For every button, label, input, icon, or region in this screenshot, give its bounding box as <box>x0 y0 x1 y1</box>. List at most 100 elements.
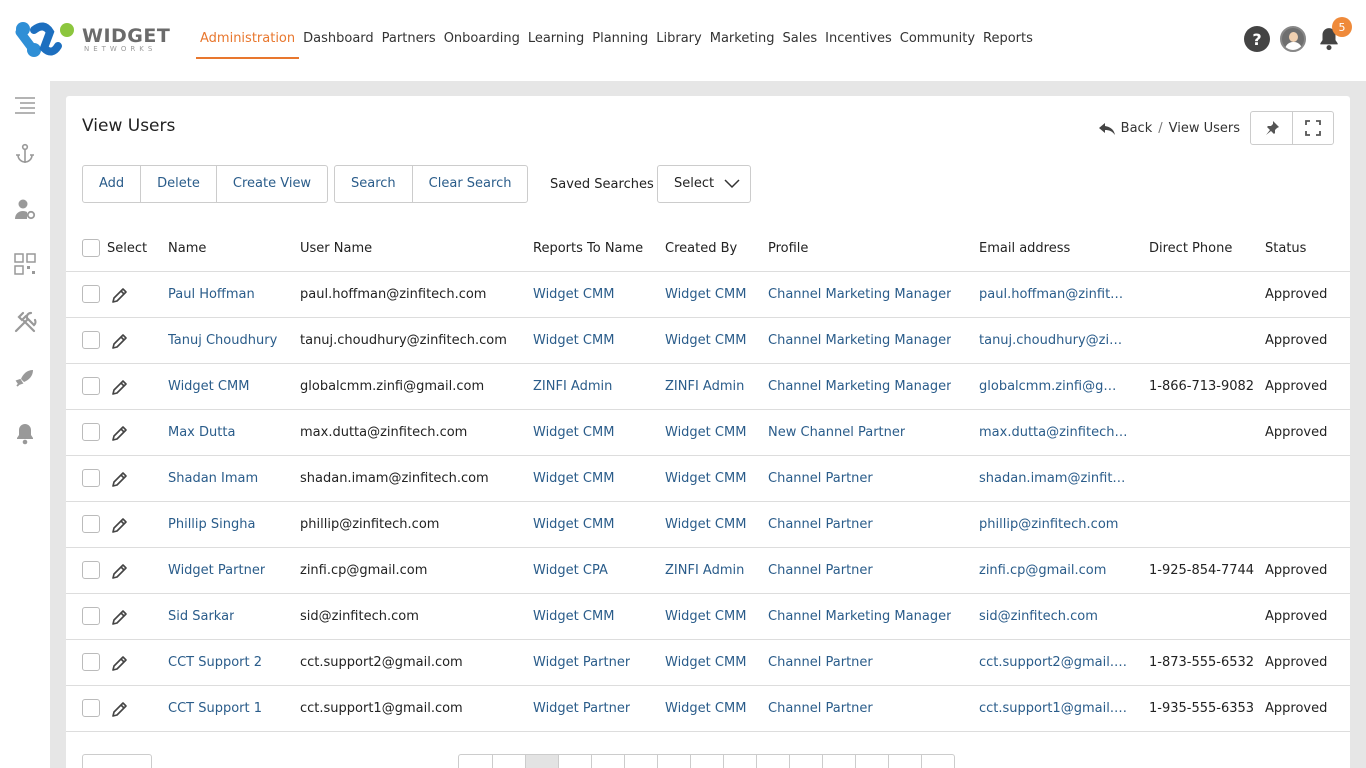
menu-icon[interactable] <box>12 93 38 119</box>
edit-pencil-icon[interactable] <box>110 331 130 351</box>
cell-profile[interactable]: New Channel Partner <box>768 410 905 456</box>
cell-reports-to[interactable]: Widget CMM <box>533 272 614 318</box>
user-settings-icon[interactable] <box>12 196 38 222</box>
nav-item-planning[interactable]: Planning <box>588 30 652 59</box>
row-checkbox[interactable] <box>82 423 100 441</box>
bell-icon[interactable] <box>12 421 38 447</box>
select-all-checkbox[interactable] <box>82 239 100 257</box>
edit-pencil-icon[interactable] <box>110 699 130 719</box>
cell-name[interactable]: Widget Partner <box>168 548 265 594</box>
cell-email[interactable]: tanuj.choudhury@zi… <box>979 318 1131 364</box>
cell-name[interactable]: Shadan Imam <box>168 456 258 502</box>
rocket-icon[interactable] <box>12 365 38 391</box>
cell-email[interactable]: phillip@zinfitech.com <box>979 502 1131 548</box>
header-created-by[interactable]: Created By <box>665 226 737 272</box>
cell-email[interactable]: zinfi.cp@gmail.com <box>979 548 1131 594</box>
nav-item-partners[interactable]: Partners <box>378 30 440 59</box>
nav-item-community[interactable]: Community <box>896 30 979 59</box>
pagination-page[interactable] <box>591 755 624 768</box>
delete-button[interactable]: Delete <box>140 166 216 202</box>
fullscreen-button[interactable] <box>1292 112 1333 144</box>
cell-name[interactable]: Paul Hoffman <box>168 272 255 318</box>
cell-email[interactable]: sid@zinfitech.com <box>979 594 1131 640</box>
pagination-page[interactable] <box>723 755 756 768</box>
row-checkbox[interactable] <box>82 469 100 487</box>
cell-name[interactable]: Widget CMM <box>168 364 249 410</box>
header-profile[interactable]: Profile <box>768 226 808 272</box>
cell-name[interactable]: CCT Support 2 <box>168 640 262 686</box>
nav-item-incentives[interactable]: Incentives <box>821 30 896 59</box>
row-checkbox[interactable] <box>82 607 100 625</box>
cell-email[interactable]: paul.hoffman@zinfit… <box>979 272 1131 318</box>
row-checkbox[interactable] <box>82 515 100 533</box>
avatar[interactable] <box>1280 26 1306 52</box>
cell-email[interactable]: cct.support2@gmail.… <box>979 640 1131 686</box>
header-reports-to[interactable]: Reports To Name <box>533 226 643 272</box>
row-checkbox[interactable] <box>82 699 100 717</box>
add-button[interactable]: Add <box>83 166 140 202</box>
cell-profile[interactable]: Channel Marketing Manager <box>768 594 951 640</box>
pagination-page[interactable] <box>789 755 822 768</box>
clear-search-button[interactable]: Clear Search <box>411 166 528 202</box>
cell-profile[interactable]: Channel Marketing Manager <box>768 318 951 364</box>
nav-item-learning[interactable]: Learning <box>524 30 588 59</box>
row-checkbox[interactable] <box>82 331 100 349</box>
qr-code-icon[interactable] <box>12 251 38 277</box>
cell-created-by[interactable]: Widget CMM <box>665 686 746 732</box>
tools-icon[interactable] <box>12 309 38 335</box>
cell-email[interactable]: globalcmm.zinfi@g… <box>979 364 1131 410</box>
nav-item-library[interactable]: Library <box>652 30 705 59</box>
cell-reports-to[interactable]: Widget Partner <box>533 640 630 686</box>
pagination-page[interactable] <box>690 755 723 768</box>
header-name[interactable]: Name <box>168 226 206 272</box>
cell-name[interactable]: Tanuj Choudhury <box>168 318 277 364</box>
pagination-page[interactable] <box>657 755 690 768</box>
cell-reports-to[interactable]: Widget CMM <box>533 502 614 548</box>
saved-searches-select[interactable]: Select <box>657 165 751 203</box>
cell-profile[interactable]: Channel Partner <box>768 548 873 594</box>
cell-reports-to[interactable]: Widget CMM <box>533 594 614 640</box>
page-size-select[interactable] <box>82 754 152 768</box>
create-view-button[interactable]: Create View <box>215 166 327 202</box>
pagination-page[interactable] <box>525 755 558 768</box>
pagination-prev[interactable] <box>492 755 525 768</box>
edit-pencil-icon[interactable] <box>110 653 130 673</box>
cell-reports-to[interactable]: Widget CMM <box>533 410 614 456</box>
nav-item-marketing[interactable]: Marketing <box>706 30 779 59</box>
cell-reports-to[interactable]: ZINFI Admin <box>533 364 612 410</box>
cell-profile[interactable]: Channel Partner <box>768 456 873 502</box>
cell-name[interactable]: Sid Sarkar <box>168 594 234 640</box>
edit-pencil-icon[interactable] <box>110 285 130 305</box>
cell-name[interactable]: CCT Support 1 <box>168 686 262 732</box>
pagination-first[interactable] <box>459 755 492 768</box>
help-icon[interactable]: ? <box>1244 26 1270 52</box>
header-email[interactable]: Email address <box>979 226 1070 272</box>
back-link[interactable]: Back <box>1121 121 1153 136</box>
header-phone[interactable]: Direct Phone <box>1149 226 1232 272</box>
edit-pencil-icon[interactable] <box>110 423 130 443</box>
pin-button[interactable] <box>1251 112 1292 144</box>
cell-profile[interactable]: Channel Marketing Manager <box>768 272 951 318</box>
pagination-page[interactable] <box>624 755 657 768</box>
pagination-page[interactable] <box>558 755 591 768</box>
cell-created-by[interactable]: Widget CMM <box>665 318 746 364</box>
notifications-button[interactable]: 5 <box>1316 17 1352 52</box>
edit-pencil-icon[interactable] <box>110 561 130 581</box>
cell-created-by[interactable]: Widget CMM <box>665 502 746 548</box>
cell-profile[interactable]: Channel Partner <box>768 640 873 686</box>
cell-created-by[interactable]: Widget CMM <box>665 640 746 686</box>
row-checkbox[interactable] <box>82 653 100 671</box>
cell-reports-to[interactable]: Widget CMM <box>533 318 614 364</box>
header-user-name[interactable]: User Name <box>300 226 372 272</box>
edit-pencil-icon[interactable] <box>110 607 130 627</box>
cell-name[interactable]: Max Dutta <box>168 410 235 456</box>
pagination-page[interactable] <box>822 755 855 768</box>
cell-created-by[interactable]: Widget CMM <box>665 410 746 456</box>
pagination-last[interactable] <box>888 755 921 768</box>
cell-created-by[interactable]: Widget CMM <box>665 594 746 640</box>
nav-item-dashboard[interactable]: Dashboard <box>299 30 378 59</box>
cell-reports-to[interactable]: Widget CMM <box>533 456 614 502</box>
nav-item-administration[interactable]: Administration <box>196 30 300 59</box>
edit-pencil-icon[interactable] <box>110 515 130 535</box>
cell-created-by[interactable]: ZINFI Admin <box>665 364 744 410</box>
